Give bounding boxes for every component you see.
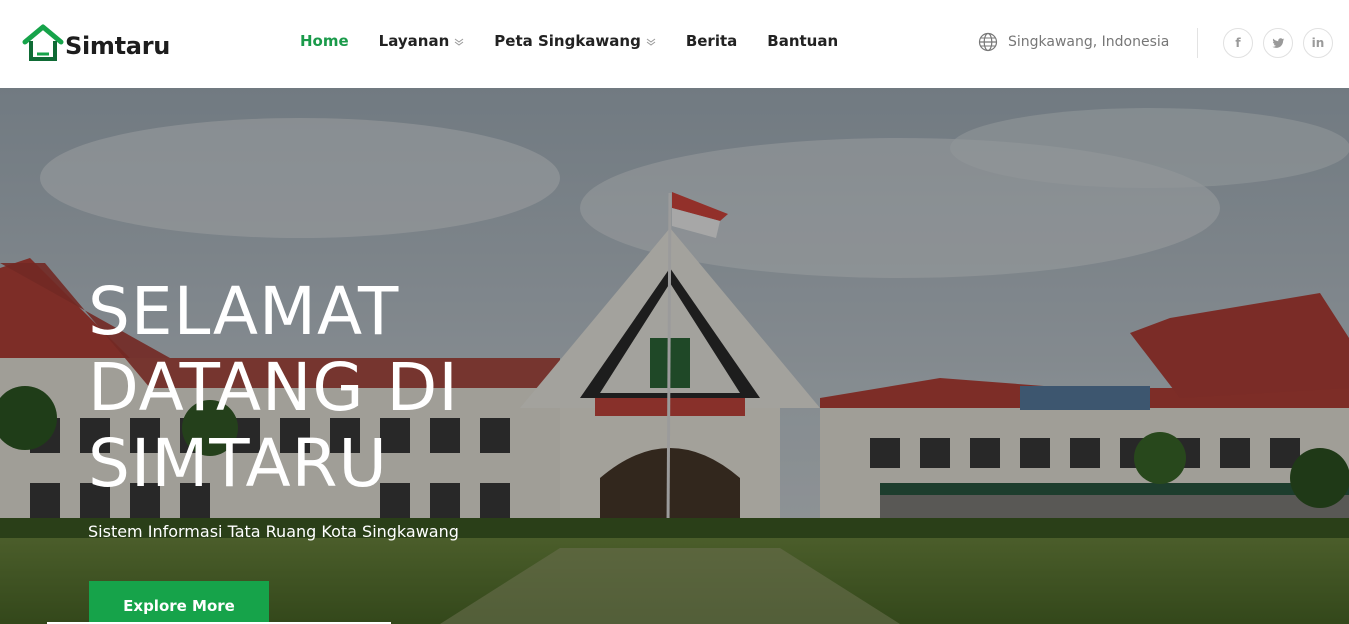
- nav-item-home[interactable]: Home: [300, 32, 349, 50]
- header-divider: [1197, 28, 1198, 58]
- hero-title-line: SIMTARU: [88, 425, 388, 502]
- globe-icon: [978, 32, 998, 52]
- hero-title-line: SELAMAT: [88, 273, 400, 350]
- logo-text: Simtaru: [65, 32, 171, 60]
- site-logo[interactable]: Simtaru: [22, 24, 170, 62]
- nav-item-label: Home: [300, 32, 349, 50]
- location-info: Singkawang, Indonesia: [978, 32, 1169, 52]
- chevron-down-icon: [454, 32, 464, 50]
- nav-item-bantuan[interactable]: Bantuan: [767, 32, 838, 50]
- nav-item-berita[interactable]: Berita: [686, 32, 737, 50]
- site-header: Simtaru Home Layanan Peta Singkawang Ber…: [0, 0, 1349, 88]
- nav-item-label: Bantuan: [767, 32, 839, 50]
- facebook-icon[interactable]: f: [1223, 28, 1253, 58]
- main-nav: Home Layanan Peta Singkawang Berita Bant…: [300, 32, 868, 50]
- nav-item-label: Berita: [685, 32, 738, 50]
- hero-title-line: DATANG DI: [88, 349, 459, 426]
- house-logo-icon: [22, 24, 64, 61]
- linkedin-icon[interactable]: in: [1303, 28, 1333, 58]
- nav-item-label: Layanan: [378, 32, 450, 50]
- hero-banner: SELAMAT DATANG DI SIMTARU Sistem Informa…: [0, 88, 1349, 624]
- hero-subtitle: Sistem Informasi Tata Ruang Kota Singkaw…: [88, 522, 459, 541]
- nav-item-layanan[interactable]: Layanan: [379, 32, 465, 50]
- twitter-icon[interactable]: [1263, 28, 1293, 58]
- location-label: Singkawang, Indonesia: [1008, 34, 1170, 50]
- nav-item-peta-singkawang[interactable]: Peta Singkawang: [494, 32, 656, 50]
- explore-more-button[interactable]: Explore More: [89, 581, 269, 624]
- hero-title: SELAMAT DATANG DI SIMTARU: [88, 274, 608, 502]
- nav-item-label: Peta Singkawang: [494, 32, 641, 50]
- chevron-down-icon: [646, 32, 656, 50]
